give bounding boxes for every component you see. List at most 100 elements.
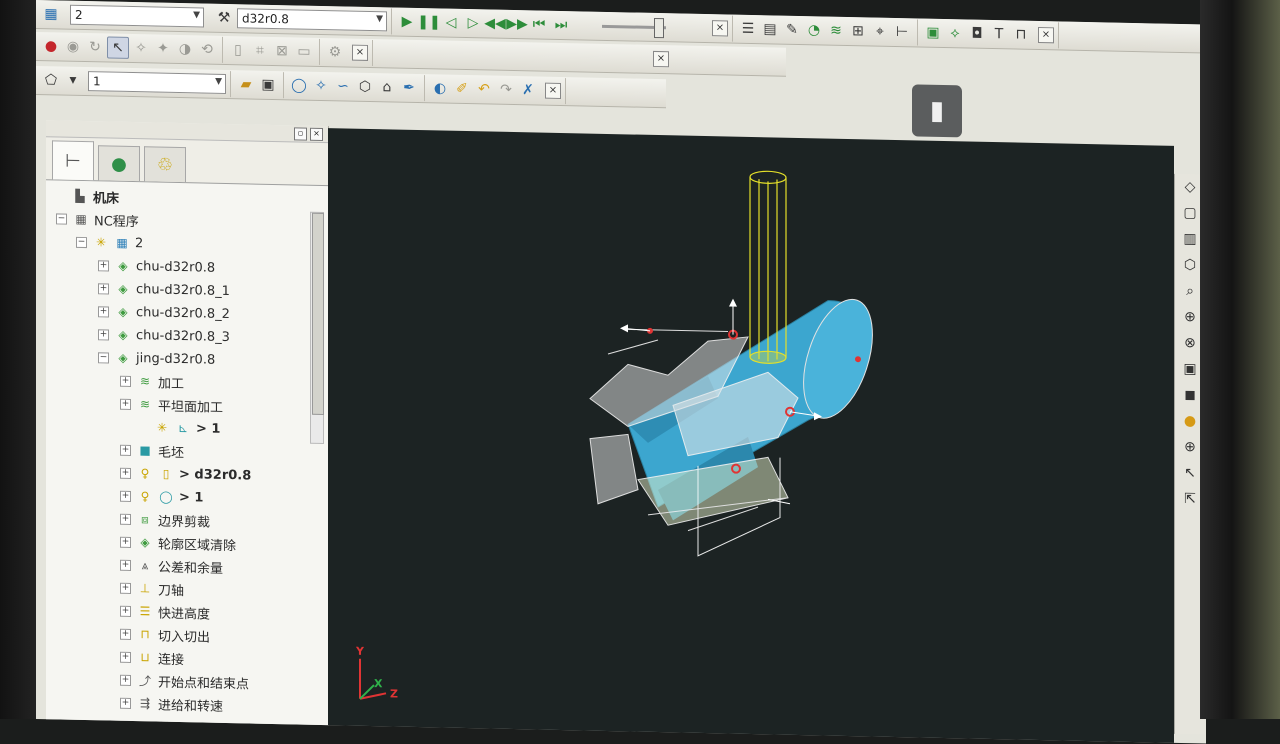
tree-node-rapid-height[interactable]: + ☰ 快进高度	[120, 600, 210, 624]
go-start-icon[interactable]: ⏮	[529, 14, 549, 34]
expand-icon[interactable]: +	[120, 444, 131, 456]
compare-icon[interactable]: ◑	[175, 39, 195, 59]
tree-node-toolpath[interactable]: + ◈ chu-d32r0.8_1	[98, 277, 230, 302]
tool-icon[interactable]: ⚒	[214, 8, 234, 28]
cut-icon[interactable]: ⌗	[250, 40, 270, 60]
close-icon[interactable]: ×	[352, 44, 368, 61]
tree-node-area-clearance[interactable]: + ◈ 轮廓区域清除	[120, 531, 236, 555]
pick-icon[interactable]: ⇱	[1179, 488, 1201, 510]
expand-icon[interactable]: +	[98, 259, 109, 272]
tab-explorer[interactable]: ⊢	[52, 140, 94, 181]
split-icon[interactable]: ⌖	[870, 21, 890, 41]
tree-node-selected-toolpath[interactable]: − ◈ jing-d32r0.8	[98, 346, 215, 370]
expand-icon[interactable]: +	[120, 513, 131, 525]
tree-node-start-end[interactable]: + ⤴ 开始点和结束点	[120, 669, 249, 694]
box-boundary-icon[interactable]: ⬡	[355, 77, 375, 97]
expand-icon[interactable]: +	[120, 628, 131, 640]
expand-icon[interactable]: +	[120, 605, 131, 617]
tree-node-toolpath[interactable]: + ◈ chu-d32r0.8_3	[98, 323, 230, 348]
expand-icon[interactable]: −	[56, 212, 67, 225]
light-icon[interactable]: ●	[1179, 410, 1201, 432]
view-front-icon[interactable]: ▢	[1179, 202, 1201, 224]
list-icon[interactable]: ☰	[738, 19, 758, 39]
play-icon[interactable]: ▶	[397, 12, 417, 32]
scrollbar-thumb[interactable]	[312, 212, 324, 416]
toolpath-icon[interactable]: ▦	[41, 4, 61, 24]
cut-boundary-icon[interactable]: ⌂	[377, 77, 397, 97]
cube-icon[interactable]: ▣	[923, 23, 943, 43]
tree-node-nc-programs[interactable]: − ▦ NC程序	[56, 207, 139, 231]
tree-node-lead-in-out[interactable]: + ⊓ 切入切出	[120, 623, 210, 647]
tree-node-general[interactable]: + ✎ 普通	[120, 715, 184, 738]
close-icon[interactable]: ×	[1038, 26, 1054, 44]
tree-node-tool-axis[interactable]: + ⊥ 刀轴	[120, 577, 184, 600]
expand-icon[interactable]: −	[76, 236, 87, 248]
view-top-icon[interactable]: ⬡	[1179, 254, 1201, 276]
redo-icon[interactable]: ↷	[496, 80, 516, 100]
block-boundary-icon[interactable]: ◯	[289, 75, 309, 95]
tree-node-machine[interactable]: ▙ 机床	[72, 185, 119, 208]
float-icon[interactable]: ▫	[294, 127, 307, 141]
tree-node-boundary-trim[interactable]: + ⧈ 边界剪裁	[120, 508, 210, 532]
rotate-icon[interactable]: ↻	[85, 37, 105, 57]
step-back-icon[interactable]: ◁	[441, 12, 461, 32]
tree-node-tool[interactable]: + ♀ ▯ > d32r0.8	[120, 462, 251, 487]
folder-open-icon[interactable]: ▰	[236, 74, 256, 94]
expand-icon[interactable]: +	[98, 328, 109, 341]
expand-icon[interactable]: −	[98, 351, 109, 364]
expand-icon[interactable]: +	[120, 375, 131, 387]
disk-icon[interactable]: ▭	[294, 41, 314, 61]
view-side-icon[interactable]: ▥	[1179, 228, 1201, 250]
tab-globe[interactable]: ●	[98, 145, 140, 182]
tree-node-boundary[interactable]: + ♀ ◯ > 1	[120, 485, 203, 509]
tab-recycle[interactable]: ♲	[144, 146, 186, 183]
tree-node-connection[interactable]: + ⊔ 连接	[120, 646, 184, 669]
expand-icon[interactable]: +	[120, 398, 131, 410]
measure-icon[interactable]: ⊓	[1011, 24, 1031, 44]
expand-icon[interactable]: +	[120, 697, 131, 709]
tree-node-toolpath[interactable]: + ◈ chu-d32r0.8_2	[98, 300, 230, 325]
record-icon[interactable]: ●	[41, 36, 61, 56]
curve-boundary-icon[interactable]: ∽	[333, 76, 353, 96]
star-boundary-icon[interactable]: ✧	[311, 76, 331, 96]
curve-editor-icon[interactable]: ◐	[430, 78, 450, 98]
expand-icon[interactable]: +	[120, 490, 131, 502]
expand-icon[interactable]: +	[120, 467, 131, 479]
close-icon[interactable]: ×	[310, 127, 323, 142]
pen-icon[interactable]: ✒	[399, 78, 419, 98]
pause-icon[interactable]: ❚❚	[417, 12, 440, 32]
expand-icon[interactable]: +	[98, 282, 109, 295]
graphics-viewport[interactable]: Y X Z	[328, 128, 1174, 744]
step-forward-icon[interactable]: ▷	[463, 13, 483, 33]
simulation-speed-slider[interactable]	[602, 17, 666, 38]
refresh-icon[interactable]: ◔	[804, 20, 824, 40]
boundary-icon[interactable]: ⬠	[41, 70, 61, 90]
save-stock-icon[interactable]: ⊠	[272, 41, 292, 61]
toolpath-select[interactable]: 2 ▼	[70, 4, 204, 28]
collision-icon[interactable]: ✧	[131, 38, 151, 58]
eraser-icon[interactable]: ✐	[452, 79, 472, 99]
shaded-icon[interactable]: ◼	[1179, 384, 1201, 406]
expand-icon[interactable]: +	[98, 305, 109, 318]
crosshair-icon[interactable]: ⊕	[1179, 436, 1201, 458]
settings-icon[interactable]: ⚙	[325, 42, 345, 62]
slider-thumb[interactable]	[654, 17, 664, 38]
expand-icon[interactable]: +	[120, 559, 131, 571]
tree-node-flat-machining[interactable]: + ≋ 平坦面加工	[120, 393, 223, 417]
tree-scrollbar[interactable]	[310, 211, 324, 445]
tree-node-machining[interactable]: + ≋ 加工	[120, 370, 184, 393]
go-end-icon[interactable]: ⏭	[551, 15, 571, 35]
tree-node-feed-speed[interactable]: + ⇶ 进给和转速	[120, 692, 223, 716]
expand-icon[interactable]: +	[120, 536, 131, 548]
pointer-icon[interactable]: ↖	[1179, 462, 1201, 484]
zoom-fit-icon[interactable]: ⊕	[1179, 306, 1201, 328]
tree-node-block[interactable]: + ■ 毛坯	[120, 439, 184, 462]
vertex-icon[interactable]: ⟡	[945, 23, 965, 43]
tree-node-program[interactable]: − ✳ ▦ 2	[76, 231, 143, 254]
tree-icon[interactable]: ⊢	[892, 22, 912, 42]
grid-icon[interactable]: ▤	[760, 19, 780, 39]
view-iso-icon[interactable]: ◇	[1179, 176, 1201, 198]
fast-forward-icon[interactable]: ▶▶	[506, 14, 528, 34]
delete-boundary-icon[interactable]: ✗	[518, 80, 538, 100]
expand-icon[interactable]: +	[120, 720, 131, 732]
